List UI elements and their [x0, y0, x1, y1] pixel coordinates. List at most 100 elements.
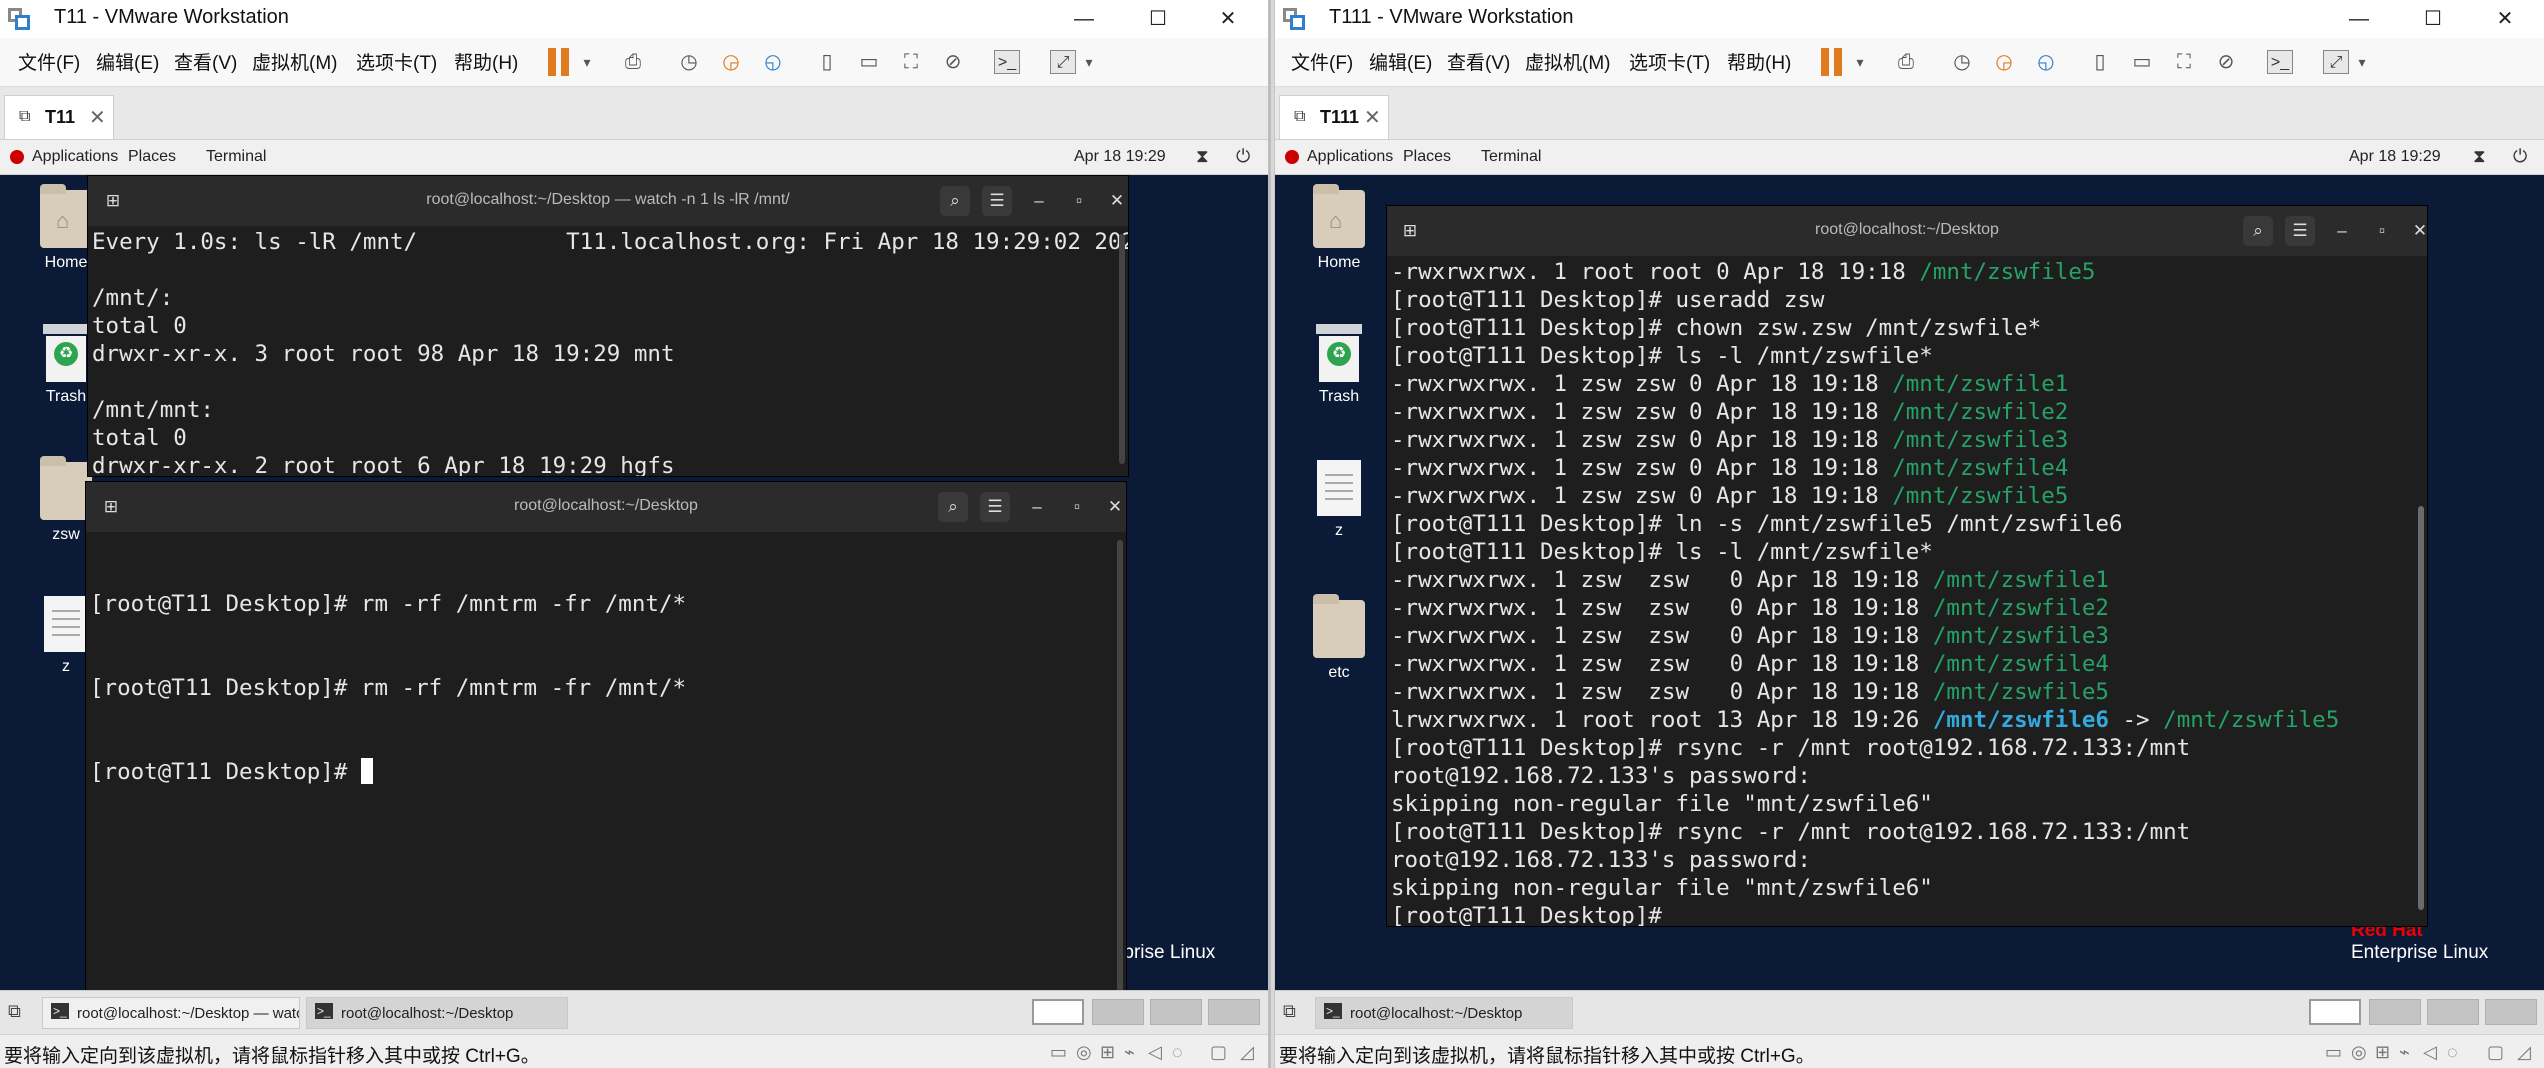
workspace-1[interactable]	[2309, 999, 2361, 1025]
applications-menu[interactable]: Applications	[32, 148, 118, 166]
maximize-icon[interactable]: ▫	[1062, 492, 1092, 522]
menu-tabs[interactable]: 选项卡(T)	[356, 48, 437, 75]
close-icon[interactable]: ✕	[1364, 105, 1381, 130]
revert-snapshot-icon[interactable]: ◶	[1991, 50, 2017, 74]
network-adapter-icon[interactable]: ⊞	[1100, 1042, 1115, 1063]
workspace-1[interactable]	[1032, 999, 1084, 1025]
hamburger-menu-icon[interactable]: ☰	[2285, 216, 2315, 246]
close-icon[interactable]: ✕	[1102, 186, 1132, 216]
terminal-window-watch[interactable]: ⊞ root@localhost:~/Desktop — watch -n 1 …	[88, 176, 1128, 476]
terminal-window[interactable]: ⊞ root@localhost:~/Desktop ⌕ ☰ – ▫ ✕ -rw…	[1387, 206, 2427, 926]
stretch-icon[interactable]: ⤢	[1050, 50, 1076, 74]
hamburger-menu-icon[interactable]: ☰	[982, 186, 1012, 216]
sound-icon[interactable]: ◁	[1148, 1042, 1162, 1063]
close-icon[interactable]: ✕	[1202, 2, 1254, 36]
dropdown-icon[interactable]: ▾	[574, 50, 600, 74]
workspace-2[interactable]	[1092, 999, 1144, 1025]
display-icon[interactable]: ▢	[1210, 1042, 1227, 1063]
console-view-icon[interactable]: >_	[2267, 50, 2293, 74]
workspace-4[interactable]	[2485, 999, 2537, 1025]
title-bar[interactable]: T111 - VMware Workstation — ☐ ✕	[1275, 0, 2544, 38]
snapshot-icon[interactable]: ◷	[676, 50, 702, 74]
dropdown-icon[interactable]: ▾	[1847, 50, 1873, 74]
menu-vm[interactable]: 虚拟机(M)	[1525, 48, 1610, 75]
usb-icon[interactable]: ⌁	[1124, 1042, 1135, 1063]
minimize-icon[interactable]: —	[2333, 2, 2385, 36]
menu-edit[interactable]: 编辑(E)	[1369, 48, 1432, 75]
snapshot-manager-icon[interactable]: ◵	[2033, 50, 2059, 74]
search-icon[interactable]: ⌕	[940, 186, 970, 216]
terminal-prompt-line[interactable]: [root@T11 Desktop]#	[90, 758, 1126, 786]
console-view-icon[interactable]: >_	[994, 50, 1020, 74]
resize-grip-icon[interactable]: ◿	[2517, 1042, 2531, 1063]
workspace-3[interactable]	[2427, 999, 2479, 1025]
terminal-prompt-line[interactable]: [root@T111 Desktop]#	[1391, 902, 2427, 926]
terminal-menu[interactable]: Terminal	[1481, 148, 1541, 166]
menu-file[interactable]: 文件(F)	[18, 48, 80, 75]
maximize-icon[interactable]: ▫	[1064, 186, 1094, 216]
pause-icon[interactable]	[548, 48, 574, 76]
minimize-icon[interactable]: –	[1024, 186, 1054, 216]
taskbar-item-desktop[interactable]: root@localhost:~/Desktop	[306, 997, 568, 1029]
workspace-3[interactable]	[1150, 999, 1202, 1025]
terminal-output[interactable]: [root@T11 Desktop]# rm -rf /mntrm -fr /m…	[86, 532, 1126, 990]
snapshot-manager-icon[interactable]: ◵	[760, 50, 786, 74]
terminal-header[interactable]: ⊞ root@localhost:~/Desktop ⌕ ☰ – ▫ ✕	[1387, 206, 2427, 256]
terminal-header[interactable]: ⊞ root@localhost:~/Desktop — watch -n 1 …	[88, 176, 1128, 226]
menu-tabs[interactable]: 选项卡(T)	[1629, 48, 1710, 75]
places-menu[interactable]: Places	[128, 148, 176, 166]
cd-icon[interactable]: ◎	[2351, 1042, 2367, 1063]
stretch-icon[interactable]: ⤢	[2323, 50, 2349, 74]
display-icon[interactable]: ▢	[2487, 1042, 2504, 1063]
taskbar-item-desktop[interactable]: root@localhost:~/Desktop	[1315, 997, 1573, 1029]
desktop-icon-home[interactable]: ⌂ Home	[1299, 184, 1379, 272]
guest-screen[interactable]: Applications Places Terminal Apr 18 19:2…	[1275, 140, 2544, 990]
scrollbar[interactable]	[1117, 540, 1123, 990]
terminal-output[interactable]: -rwxrwxrwx. 1 root root 0 Apr 18 19:18 /…	[1387, 256, 2427, 926]
maximize-icon[interactable]: ▫	[2367, 216, 2397, 246]
menu-file[interactable]: 文件(F)	[1291, 48, 1353, 75]
places-menu[interactable]: Places	[1403, 148, 1451, 166]
minimize-icon[interactable]: –	[2327, 216, 2357, 246]
menu-vm[interactable]: 虚拟机(M)	[252, 48, 337, 75]
minimize-icon[interactable]: —	[1058, 2, 1110, 36]
hdd-icon[interactable]: ▭	[1050, 1042, 1067, 1063]
tab-vm[interactable]: ⧉ T11 ✕	[4, 95, 114, 139]
network-adapter-icon[interactable]: ⊞	[2375, 1042, 2390, 1063]
sidebar-toggle-icon[interactable]: ▯	[814, 50, 840, 74]
pause-icon[interactable]	[1821, 48, 1847, 76]
menu-edit[interactable]: 编辑(E)	[96, 48, 159, 75]
thumbnail-bar-icon[interactable]: ▭	[2129, 50, 2155, 74]
send-ctrl-alt-del-icon[interactable]: ⎙	[1893, 50, 1919, 74]
network-icon[interactable]: ⧗	[1196, 146, 1209, 167]
menu-help[interactable]: 帮助(H)	[1727, 48, 1791, 75]
taskbar-item-watch[interactable]: root@localhost:~/Desktop — watc...	[42, 997, 300, 1029]
close-icon[interactable]: ✕	[2479, 2, 2531, 36]
send-ctrl-alt-del-icon[interactable]: ⎙	[620, 50, 646, 74]
scrollbar[interactable]	[1119, 234, 1125, 464]
thumbnail-bar-icon[interactable]: ▭	[856, 50, 882, 74]
printer-icon[interactable]: ◌	[2447, 1042, 2458, 1063]
snapshot-icon[interactable]: ◷	[1949, 50, 1975, 74]
close-icon[interactable]: ✕	[1100, 492, 1130, 522]
terminal-header[interactable]: ⊞ root@localhost:~/Desktop ⌕ ☰ – ▫ ✕	[86, 482, 1126, 532]
clock[interactable]: Apr 18 19:29	[2349, 148, 2441, 166]
applications-menu[interactable]: Applications	[1307, 148, 1393, 166]
hamburger-menu-icon[interactable]: ☰	[980, 492, 1010, 522]
hdd-icon[interactable]: ▭	[2325, 1042, 2342, 1063]
workspace-2[interactable]	[2369, 999, 2421, 1025]
show-desktop-icon[interactable]: ⧉	[8, 1001, 21, 1022]
usb-icon[interactable]: ⌁	[2399, 1042, 2410, 1063]
unity-icon[interactable]: ⊘	[2213, 50, 2239, 74]
cd-icon[interactable]: ◎	[1076, 1042, 1092, 1063]
scrollbar[interactable]	[2418, 506, 2424, 910]
dropdown-icon[interactable]: ▾	[2349, 50, 2375, 74]
search-icon[interactable]: ⌕	[2243, 216, 2273, 246]
desktop-icon-etc[interactable]: etc	[1299, 594, 1379, 682]
minimize-icon[interactable]: –	[1022, 492, 1052, 522]
menu-view[interactable]: 查看(V)	[1447, 48, 1510, 75]
maximize-icon[interactable]: ☐	[2407, 2, 2459, 36]
sound-icon[interactable]: ◁	[2423, 1042, 2437, 1063]
network-icon[interactable]: ⧗	[2473, 146, 2486, 167]
unity-icon[interactable]: ⊘	[940, 50, 966, 74]
